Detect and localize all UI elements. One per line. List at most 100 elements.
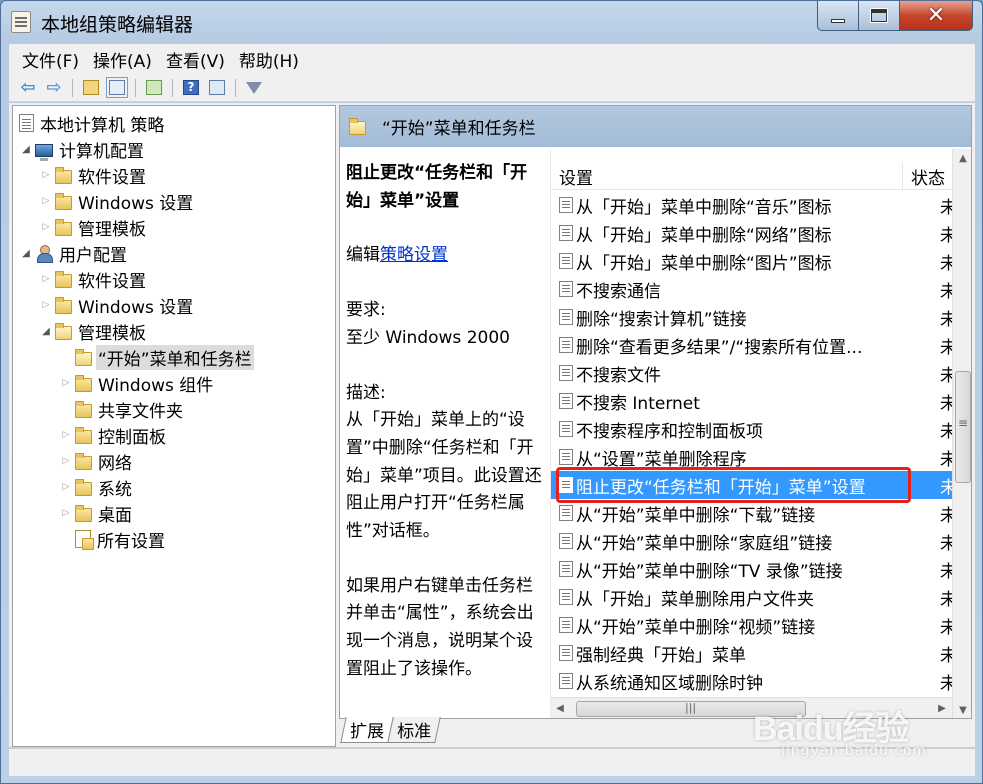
tree-item-windows-components[interactable]: ▷ Windows 组件 (59, 370, 215, 396)
properties-icon[interactable] (206, 78, 228, 98)
maximize-button[interactable] (858, 1, 900, 31)
list-row[interactable]: 从「开始」菜单中删除“图片”图标 未配置 (551, 247, 954, 275)
tree-item-system[interactable]: ▷ 系统 (59, 474, 134, 500)
scroll-up-icon[interactable]: ▲ (953, 149, 971, 169)
tree-item-root[interactable]: 本地计算机 策略 (17, 110, 166, 136)
list-row[interactable]: 从“开始”菜单中删除“TV 录像”链接 未配置 (551, 555, 954, 583)
collapsed-chevron-icon[interactable]: ▷ (39, 274, 53, 284)
collapsed-chevron-icon[interactable]: ▷ (39, 196, 53, 206)
list-row[interactable]: 从「开始」菜单删除用户文件夹 未配置 (551, 583, 954, 611)
minimize-button[interactable] (817, 1, 859, 31)
tree-item-computer-software[interactable]: ▷ 软件设置 (39, 162, 148, 188)
setting-name: 不搜索程序和控制面板项 (576, 421, 763, 442)
edit-policy-line: 编辑策略设置 (346, 242, 546, 270)
tab-extended[interactable]: 扩展 (340, 717, 394, 743)
menu-action[interactable]: 操作(A) (86, 47, 159, 72)
vertical-scrollbar[interactable]: ▲ ▼ (952, 149, 971, 718)
policy-setting-icon (559, 225, 573, 241)
edit-policy-link[interactable]: 策略设置 (380, 245, 448, 265)
window-title: 本地组策略编辑器 (41, 14, 194, 36)
column-header-setting[interactable]: 设置 (551, 163, 903, 189)
tree-item-user-windows-settings[interactable]: ▷ Windows 设置 (39, 292, 195, 318)
tree-item-control-panel[interactable]: ▷ 控制面板 (59, 422, 168, 448)
collapsed-chevron-icon[interactable]: ▷ (59, 508, 73, 518)
list-row[interactable]: 从“开始”菜单中删除“下载”链接 未配置 (551, 499, 954, 527)
collapsed-chevron-icon[interactable]: ▷ (59, 430, 73, 440)
list-row[interactable]: 不搜索通信 未配置 (551, 275, 954, 303)
policy-setting-icon (559, 561, 573, 577)
scroll-left-icon[interactable]: ◀ (550, 698, 570, 718)
collapsed-chevron-icon[interactable]: ▷ (59, 482, 73, 492)
list-row[interactable]: 从“设置”菜单删除程序 未配置 (551, 443, 954, 471)
tree-item-user-admin-templates[interactable]: ◢ 管理模板 (39, 318, 148, 344)
close-icon: ✕ (926, 2, 946, 28)
list-row[interactable]: 不搜索 Internet 未配置 (551, 387, 954, 415)
tree-label: 计算机配置 (59, 141, 144, 162)
tree-item-computer-admin-templates[interactable]: ▷ 管理模板 (39, 214, 148, 240)
watermark: Baidu经验 jingyan.baidu.com (753, 701, 926, 759)
description-text: 从「开始」菜单上的“设置”中删除“任务栏和「开始」菜单”项目。此设置还阻止用户打… (346, 410, 542, 542)
filter-icon[interactable] (243, 78, 265, 98)
collapsed-chevron-icon[interactable]: ▷ (59, 456, 73, 466)
expanded-chevron-icon[interactable]: ◢ (39, 326, 53, 337)
policy-setting-icon (559, 449, 573, 465)
forward-arrow-icon[interactable]: ⇨ (43, 77, 65, 98)
folder-icon (55, 192, 72, 210)
folder-icon (75, 426, 92, 444)
scroll-right-icon[interactable]: ▶ (932, 698, 952, 718)
list-row[interactable]: 从「开始」菜单中删除“网络”图标 未配置 (551, 219, 954, 247)
tree-item-all-settings[interactable]: 所有设置 (59, 526, 167, 552)
tree-item-user-software[interactable]: ▷ 软件设置 (39, 266, 148, 292)
list-row[interactable]: 删除“查看更多结果”/“搜索所有位置... 未配置 (551, 331, 954, 359)
setting-state: 未配置 (914, 249, 954, 274)
setting-state: 未配置 (914, 389, 954, 414)
help-icon[interactable]: ? (180, 78, 202, 98)
tree-item-user-config[interactable]: ◢ 用户配置 (19, 240, 129, 266)
expanded-chevron-icon[interactable]: ◢ (19, 248, 33, 259)
list-row[interactable]: 不搜索程序和控制面板项 未配置 (551, 415, 954, 443)
list-row[interactable]: 从系统通知区域删除时钟 未配置 (551, 667, 954, 695)
list-row[interactable]: 不搜索文件 未配置 (551, 359, 954, 387)
tree-item-start-menu-taskbar[interactable]: “开始”菜单和任务栏 (59, 344, 254, 370)
up-folder-icon[interactable] (80, 78, 102, 98)
list-row-selected[interactable]: 阻止更改“任务栏和「开始」菜单”设置 未配置 (551, 471, 954, 499)
list-row[interactable]: 从「开始」菜单中删除“音乐”图标 未配置 (551, 191, 954, 219)
close-button[interactable]: ✕ (899, 1, 973, 31)
tree-item-computer-windows-settings[interactable]: ▷ Windows 设置 (39, 188, 195, 214)
menu-file[interactable]: 文件(F) (15, 47, 86, 72)
list-row[interactable]: 删除“搜索计算机”链接 未配置 (551, 303, 954, 331)
tree-item-computer-config[interactable]: ◢ 计算机配置 (19, 136, 146, 162)
expanded-chevron-icon[interactable]: ◢ (19, 144, 33, 155)
policy-setting-icon (559, 309, 573, 325)
back-arrow-icon[interactable]: ⇦ (17, 77, 39, 98)
tab-standard[interactable]: 标准 (387, 717, 441, 743)
column-header-state[interactable]: 状态 (903, 164, 953, 189)
setting-state: 未配置 (914, 529, 954, 554)
menu-view[interactable]: 查看(V) (159, 47, 232, 72)
list-row[interactable]: 从“开始”菜单中删除“家庭组”链接 未配置 (551, 527, 954, 555)
setting-state: 未配置 (914, 501, 954, 526)
collapsed-chevron-icon[interactable]: ▷ (39, 300, 53, 310)
tree-item-desktop[interactable]: ▷ 桌面 (59, 500, 134, 526)
setting-state: 未配置 (914, 473, 954, 498)
toolbar: ⇦ ⇨ ? (9, 74, 975, 102)
tree-label: 管理模板 (78, 323, 146, 344)
menu-help[interactable]: 帮助(H) (232, 47, 306, 72)
policy-setting-icon (559, 281, 573, 297)
collapsed-chevron-icon[interactable]: ▷ (39, 222, 53, 232)
setting-name: 从“开始”菜单中删除“下载”链接 (576, 505, 816, 526)
policy-setting-icon (559, 421, 573, 437)
list-row[interactable]: 从“开始”菜单中删除“视频”链接 未配置 (551, 611, 954, 639)
scroll-down-icon[interactable]: ▼ (953, 701, 971, 718)
collapsed-chevron-icon[interactable]: ▷ (59, 378, 73, 388)
tree-item-shared-folders[interactable]: 共享文件夹 (59, 396, 185, 422)
all-settings-icon (75, 530, 94, 550)
tree-item-network[interactable]: ▷ 网络 (59, 448, 134, 474)
description-text-2: 如果用户右键单击任务栏并单击“属性”，系统会出现一个消息，说明某个设置阻止了该操… (346, 575, 534, 679)
list-row[interactable]: 强制经典「开始」菜单 未配置 (551, 639, 954, 667)
collapsed-chevron-icon[interactable]: ▷ (39, 170, 53, 180)
export-list-icon[interactable] (143, 78, 165, 98)
show-hide-tree-icon[interactable] (106, 77, 128, 98)
folder-icon (75, 478, 92, 496)
vertical-scroll-thumb[interactable] (955, 371, 971, 483)
